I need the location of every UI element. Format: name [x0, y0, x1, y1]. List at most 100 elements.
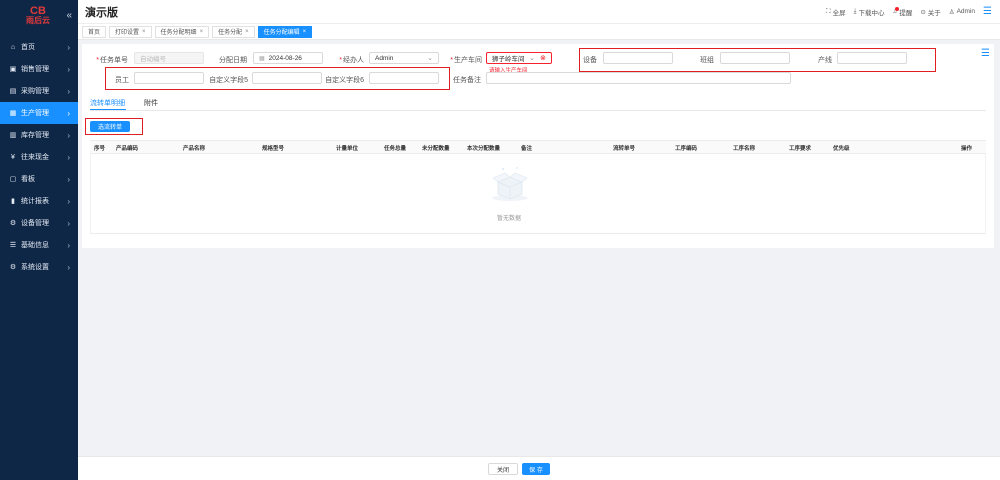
sidebar-item-label: 首页: [21, 44, 35, 51]
close-icon[interactable]: ×: [303, 29, 307, 35]
tab-1[interactable]: 打印设置 ×: [109, 25, 152, 38]
sidebar-item-2[interactable]: ▤ 采购管理 ›: [0, 80, 78, 102]
logo: CB 雨后云 «: [0, 0, 78, 34]
remind-button[interactable]: ♫ 提醒: [892, 7, 912, 17]
column-header: 工序编码: [675, 146, 698, 152]
highlight-box-equipment-row: [579, 48, 936, 72]
tab-4[interactable]: 任务分配编辑 ×: [257, 25, 313, 38]
table-body: 暂无数据: [90, 154, 986, 234]
tab-0[interactable]: 首页: [82, 25, 107, 38]
tab-divider: [90, 110, 986, 111]
chevron-right-icon: ›: [67, 108, 70, 118]
close-icon[interactable]: ×: [200, 29, 204, 35]
sidebar-item-9[interactable]: ☰ 基础信息 ›: [0, 234, 78, 256]
tab-transfer-detail[interactable]: 流转单明细: [90, 98, 125, 108]
sidebar-item-label: 系统设置: [21, 264, 49, 271]
chevron-down-icon: ⌄: [529, 55, 535, 62]
sidebar-item-6[interactable]: ▢ 看板 ›: [0, 168, 78, 190]
user-icon: ♙: [948, 8, 955, 16]
chevron-right-icon: ›: [67, 64, 70, 74]
column-header: 任务总量: [384, 146, 407, 152]
dashboard-icon: ▢: [9, 176, 17, 183]
column-header: 产品名称: [183, 146, 206, 152]
chevron-right-icon: ›: [67, 262, 70, 272]
chevron-right-icon: ›: [67, 152, 70, 162]
calendar-icon: ▦: [259, 55, 265, 62]
chevron-right-icon: ›: [67, 42, 70, 52]
page-tabs: 首页 打印设置 × 任务分配明细 × 任务分配 × 任务分配编辑 ×: [78, 24, 1000, 40]
handler-select[interactable]: Admin ⌄: [369, 52, 439, 64]
tab-label: 任务分配编辑: [263, 30, 300, 36]
chevron-right-icon: ›: [67, 240, 70, 250]
column-header: 本次分配数量: [467, 146, 501, 152]
info-circle-icon: ⊙: [920, 8, 926, 16]
tab-3[interactable]: 任务分配 ×: [212, 25, 255, 38]
user-menu[interactable]: ♙ Admin: [949, 8, 975, 16]
column-header: 操作: [961, 146, 973, 152]
logo-mark: CB 雨后云: [18, 5, 58, 29]
tab-attachment[interactable]: 附件: [144, 98, 158, 108]
cart-icon: ▣: [9, 66, 17, 73]
empty-box-icon: [492, 167, 528, 201]
highlight-box-employee-row: [105, 67, 450, 90]
sidebar-item-10[interactable]: ⚙ 系统设置 ›: [0, 256, 78, 278]
home-icon: ⌂: [10, 43, 16, 51]
user-name: Admin: [956, 8, 976, 15]
sidebar-item-label: 统计报表: [21, 198, 49, 205]
handler-label: *经办人: [339, 57, 364, 64]
gear-icon: ⚙: [9, 220, 17, 227]
remark-input[interactable]: [486, 72, 791, 84]
purchase-icon: ▤: [9, 88, 17, 95]
cash-icon: ¥: [11, 153, 15, 161]
remark-label: 任务备注: [453, 77, 481, 84]
sidebar-item-4[interactable]: ▥ 库存管理 ›: [0, 124, 78, 146]
close-button[interactable]: 关闭: [488, 463, 518, 475]
fullscreen-icon: ⛶: [826, 7, 831, 15]
clear-circle-icon[interactable]: ⊗: [540, 54, 546, 62]
sidebar-item-7[interactable]: ▮ 统计报表 ›: [0, 190, 78, 212]
menu-icon[interactable]: ☰: [983, 6, 992, 17]
empty-text: 暂无数据: [497, 216, 522, 222]
date-label: 分配日期: [219, 57, 247, 64]
workshop-select[interactable]: 狮子岭车间 ⊗ ⌄: [486, 52, 552, 64]
sidebar-item-label: 基础信息: [21, 242, 49, 249]
sidebar-menu: ⌂ 首页 › ▣ 销售管理 › ▤ 采购管理 › ▦ 生产管理 › ▥ 库存管理 › ¥ 往来现金 › ▢ 看板 › ▮ 统…: [0, 36, 78, 278]
sidebar-item-label: 库存管理: [21, 132, 49, 139]
column-header: 规格型号: [262, 146, 285, 152]
column-header: 工序名称: [733, 146, 756, 152]
footer: 关闭 保 存: [78, 456, 1000, 480]
sidebar-item-label: 采购管理: [21, 88, 49, 95]
sidebar-item-1[interactable]: ▣ 销售管理 ›: [0, 58, 78, 80]
chevron-down-icon: ⌄: [427, 55, 433, 62]
sidebar-item-8[interactable]: ⚙ 设备管理 ›: [0, 212, 78, 234]
save-button[interactable]: 保 存: [522, 463, 550, 475]
close-icon[interactable]: ×: [142, 29, 146, 35]
logo-text: 雨后云: [26, 16, 50, 25]
header: 演示版 ⛶ 全屏 ⤓ 下载中心 ♫ 提醒 ⊙ 关于 ♙ Admin ☰: [78, 0, 1000, 24]
list-menu-icon[interactable]: ☰: [981, 48, 990, 59]
about-label: 关于: [927, 9, 941, 17]
tab-label: 任务分配: [218, 30, 243, 36]
fullscreen-button[interactable]: ⛶ 全屏: [826, 7, 846, 17]
chevron-right-icon: ›: [67, 130, 70, 140]
column-header: 工序要求: [789, 146, 812, 152]
close-icon[interactable]: ×: [245, 29, 249, 35]
tab-2[interactable]: 任务分配明细 ×: [154, 25, 210, 38]
production-icon: ▦: [9, 110, 17, 117]
fullscreen-label: 全屏: [832, 9, 846, 17]
sidebar-item-3[interactable]: ▦ 生产管理 ›: [0, 102, 78, 124]
sidebar-item-0[interactable]: ⌂ 首页 ›: [0, 36, 78, 58]
task-no-input: 自动编号: [134, 52, 204, 64]
download-icon: ⤓: [853, 7, 857, 15]
column-header: 未分配数量: [422, 146, 450, 152]
double-chevron-left-icon[interactable]: «: [66, 10, 72, 21]
column-header: 优先级: [833, 146, 850, 152]
sidebar-item-label: 看板: [21, 176, 35, 183]
date-picker[interactable]: ▦ 2024-08-26: [253, 52, 323, 64]
sidebar: CB 雨后云 « ⌂ 首页 › ▣ 销售管理 › ▤ 采购管理 › ▦ 生产管理 › ▥ 库存管理 › ¥ 往来…: [0, 0, 78, 480]
sidebar-item-label: 销售管理: [21, 66, 49, 73]
sidebar-item-5[interactable]: ¥ 往来现金 ›: [0, 146, 78, 168]
download-center-button[interactable]: ⤓ 下载中心: [854, 7, 885, 17]
about-button[interactable]: ⊙ 关于: [920, 7, 940, 17]
tab-label: 打印设置: [115, 30, 140, 36]
